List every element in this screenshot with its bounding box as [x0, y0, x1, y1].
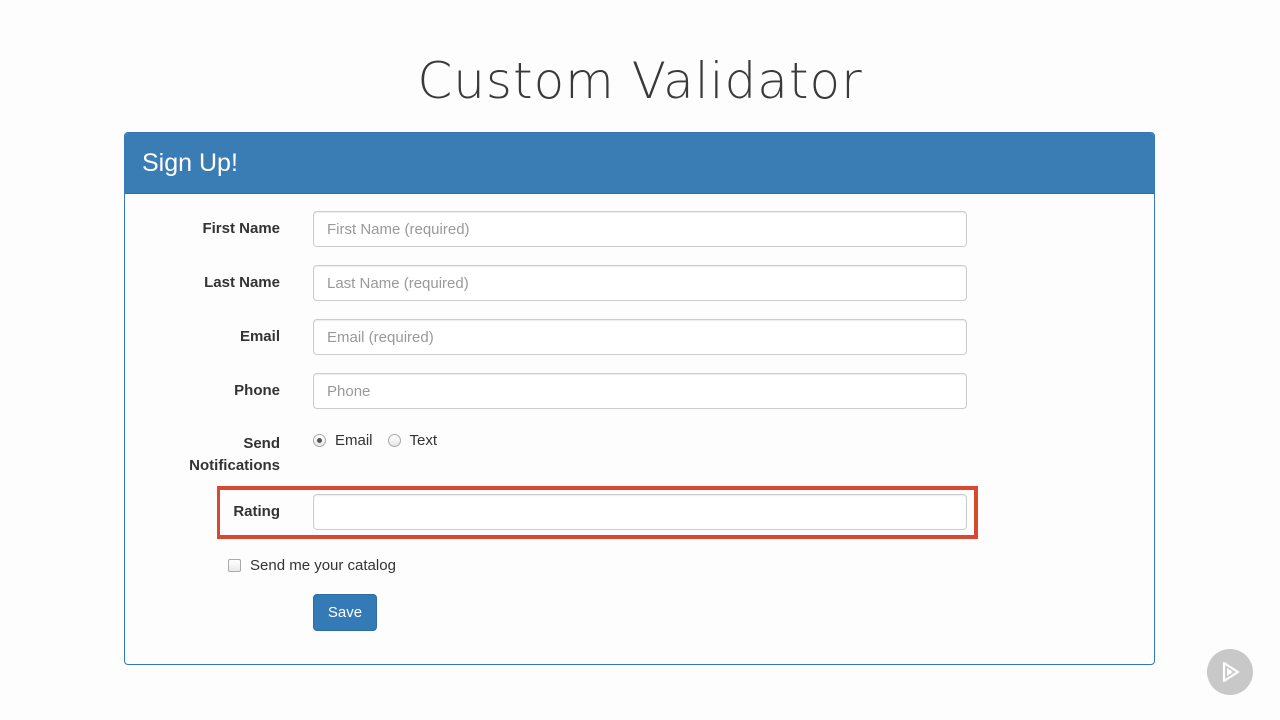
- panel-heading: Sign Up!: [125, 133, 1154, 194]
- notifications-label-line2: Notifications: [189, 457, 280, 474]
- panel-title: Sign Up!: [142, 148, 238, 177]
- email-label: Email: [239, 328, 280, 345]
- notify-email-radio[interactable]: Email: [313, 432, 373, 449]
- notify-text-label: Text: [409, 432, 438, 449]
- radio-unselected-icon: [387, 434, 401, 447]
- notify-email-label: Email: [335, 432, 373, 449]
- last-name-input[interactable]: [313, 265, 967, 301]
- play-logo-icon: [1207, 649, 1253, 695]
- catalog-checkbox-row[interactable]: Send me your catalog: [228, 557, 396, 574]
- slide: Custom Validator Sign Up! First Name Las…: [0, 0, 1280, 720]
- signup-panel: Sign Up! First Name Last Name Email Phon…: [124, 132, 1155, 665]
- radio-selected-icon: [313, 434, 326, 447]
- first-name-label: First Name: [202, 220, 280, 237]
- last-name-label: Last Name: [204, 274, 280, 291]
- save-button[interactable]: Save: [313, 594, 377, 631]
- catalog-checkbox-label: Send me your catalog: [250, 557, 396, 574]
- phone-label: Phone: [234, 382, 280, 399]
- notifications-label: Send Notifications: [140, 433, 280, 477]
- notifications-radio-group: Email Text: [313, 432, 452, 449]
- notifications-label-line1: Send: [243, 435, 280, 452]
- rating-input[interactable]: [313, 494, 967, 530]
- catalog-checkbox[interactable]: [228, 559, 241, 572]
- email-input[interactable]: [313, 319, 967, 355]
- notify-text-radio[interactable]: Text: [387, 432, 438, 449]
- phone-input[interactable]: [313, 373, 967, 409]
- first-name-input[interactable]: [313, 211, 967, 247]
- rating-label: Rating: [233, 503, 280, 520]
- slide-title: Custom Validator: [417, 52, 863, 110]
